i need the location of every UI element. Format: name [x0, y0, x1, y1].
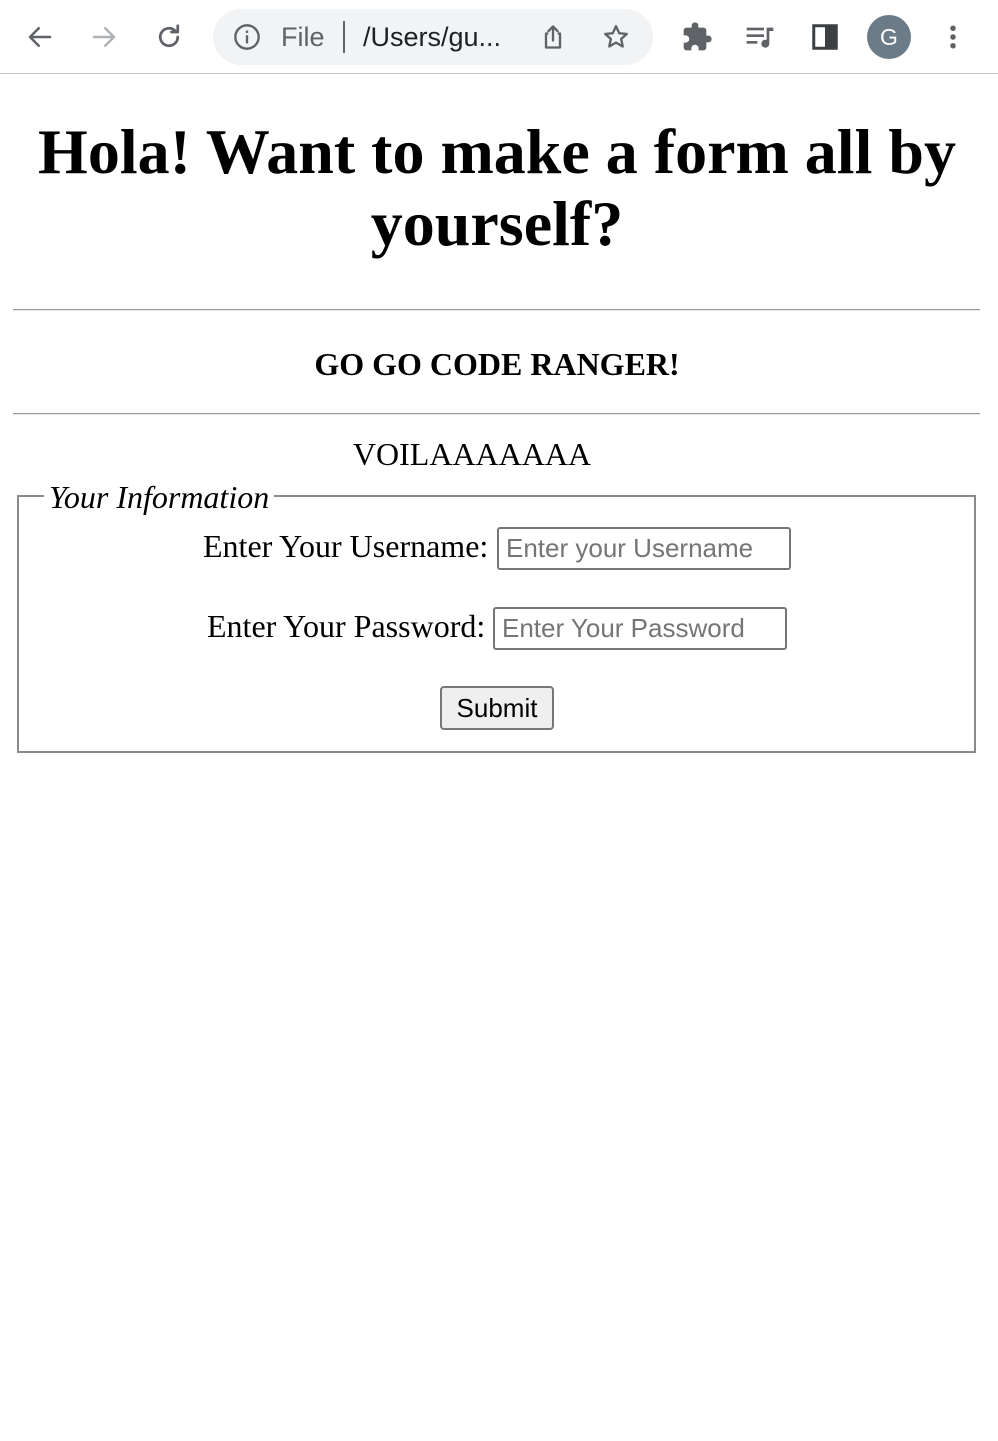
divider-bottom	[13, 413, 980, 415]
username-label: Enter Your Username:	[203, 528, 489, 564]
browser-toolbar: File /Users/gu... G	[0, 0, 998, 74]
address-separator	[343, 21, 345, 53]
forward-button[interactable]	[84, 17, 124, 57]
tagline-text: VOILAAAAAAA	[352, 436, 592, 472]
extensions-button[interactable]	[677, 17, 717, 57]
back-button[interactable]	[20, 17, 60, 57]
address-scheme: File	[281, 22, 325, 52]
divider-top	[13, 309, 980, 311]
page-subtitle: GO GO CODE RANGER!	[314, 346, 680, 382]
star-icon[interactable]	[602, 23, 630, 51]
more-vertical-icon	[950, 25, 956, 49]
back-arrow-icon	[28, 27, 52, 47]
forward-arrow-icon	[92, 27, 116, 47]
submit-button[interactable]: Submit	[440, 686, 554, 730]
reload-button[interactable]	[149, 17, 189, 57]
password-input[interactable]	[493, 607, 787, 650]
profile-avatar[interactable]: G	[867, 15, 911, 59]
password-label: Enter Your Password:	[207, 608, 486, 644]
page-title: Hola! Want to make a form all by yoursel…	[38, 116, 956, 259]
menu-button[interactable]	[933, 17, 973, 57]
fieldset-legend: Your Information	[44, 478, 275, 516]
address-url[interactable]: /Users/gu...	[363, 22, 501, 52]
info-icon[interactable]	[233, 23, 261, 51]
media-button[interactable]	[740, 17, 780, 57]
username-input[interactable]	[497, 527, 791, 570]
page-content: Hola! Want to make a form all by yoursel…	[0, 74, 998, 1440]
share-icon[interactable]	[539, 23, 567, 51]
media-queue-icon	[746, 27, 774, 48]
reload-icon	[158, 24, 180, 48]
side-panel-icon	[812, 24, 838, 50]
puzzle-icon	[683, 22, 712, 51]
address-bar[interactable]: File /Users/gu...	[213, 9, 653, 65]
side-panel-button[interactable]	[805, 17, 845, 57]
